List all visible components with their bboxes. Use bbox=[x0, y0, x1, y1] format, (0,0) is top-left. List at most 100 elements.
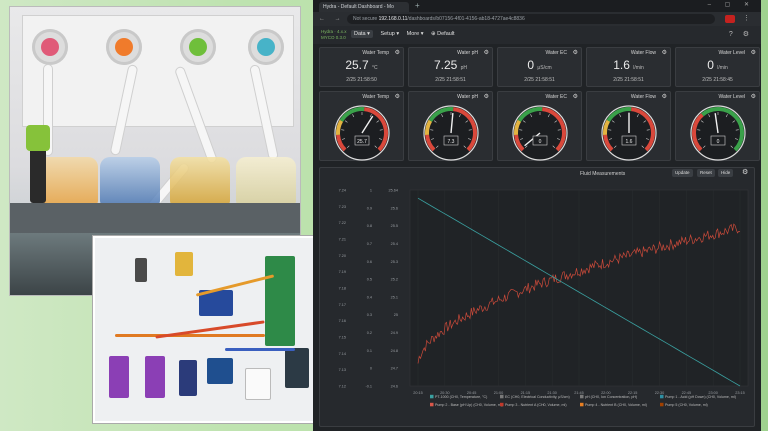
y-tick-label: -0.1 bbox=[365, 385, 372, 389]
legend-swatch bbox=[500, 394, 504, 399]
gear-icon[interactable]: ⚙ bbox=[484, 93, 489, 100]
value-card: Water Flow ⚙ 1.6 l/min 2/25 21:58:51 bbox=[586, 47, 671, 87]
sensor-board-3 bbox=[179, 360, 197, 396]
gear-icon[interactable]: ⚙ bbox=[395, 49, 400, 56]
gauge-dial: 7.3 bbox=[422, 105, 479, 161]
legend-swatch bbox=[660, 394, 664, 399]
x-tick-label: 21:45 bbox=[574, 391, 584, 395]
y-tick-label: 7.22 bbox=[339, 221, 346, 225]
card-timestamp: 2/25 21:58:51 bbox=[613, 77, 644, 83]
browser-menu-icon[interactable]: ⋮ bbox=[743, 14, 750, 22]
legend-label: EC (CH0, Electrical Conductivity, μS/cm) bbox=[505, 395, 570, 399]
legend-label: Pump 4 - Nutrient B (CH0, Volume, ml) bbox=[585, 403, 647, 407]
wire bbox=[225, 348, 295, 351]
y-tick-label: 1 bbox=[370, 189, 372, 193]
url-path: /dashboards/b07156-4f01-4156-ab18-4727ae… bbox=[407, 16, 525, 22]
sensor-board-1 bbox=[109, 356, 129, 398]
value-number: 7.25 bbox=[433, 58, 458, 72]
card-timestamp: 2/25 21:58:51 bbox=[524, 77, 555, 83]
x-tick-label: 20:15 bbox=[413, 391, 423, 395]
gauge-card: Water pH ⚙ 7.3 bbox=[408, 91, 493, 161]
card-title: Water EC bbox=[545, 50, 567, 56]
gauge-card: Water Level ⚙ 0 bbox=[675, 91, 760, 161]
gauge-readout: 7.3 bbox=[447, 139, 454, 145]
y-tick-label: 7.12 bbox=[339, 385, 346, 389]
gauge-readout: 0 bbox=[716, 139, 719, 145]
card-title: Water Temp bbox=[362, 50, 389, 56]
pump-1 bbox=[32, 29, 68, 65]
shelf bbox=[10, 203, 300, 233]
y-tick-label: 7.23 bbox=[339, 205, 346, 209]
gauge-card: Water EC ⚙ 0 bbox=[497, 91, 582, 161]
sensor-module bbox=[135, 258, 147, 282]
gear-icon[interactable]: ⚙ bbox=[751, 49, 756, 56]
photo-electronics bbox=[93, 236, 329, 423]
value-unit: μS/cm bbox=[537, 65, 552, 71]
y-tick-label: 7.15 bbox=[339, 336, 346, 340]
y-tick-label: 0.3 bbox=[367, 313, 372, 317]
header-icons[interactable]: ? ⚙ bbox=[729, 30, 753, 38]
record-icon[interactable] bbox=[725, 15, 735, 23]
legend-swatch bbox=[430, 394, 434, 399]
app-header: Hydra · 4.x.x MYCO 0.3.0 Data ▾ Setup ▾ … bbox=[313, 26, 761, 44]
line-chart: 7.24 7.23 7.22 7.21 7.20 7.19 7.18 7.17 7.16 7.15… bbox=[339, 189, 749, 407]
menu-data[interactable]: Data ▾ bbox=[351, 30, 373, 38]
flow-sensor bbox=[175, 252, 193, 276]
gear-icon[interactable]: ⚙ bbox=[751, 93, 756, 100]
address-bar[interactable]: Not secure 192.168.0.11/dashboards/b0715… bbox=[347, 14, 715, 24]
value-unit: l/min bbox=[633, 65, 644, 71]
menu-setup[interactable]: Setup ▾ bbox=[380, 31, 399, 37]
browser-tab[interactable]: Hydra - Default Dashboard - Mo bbox=[319, 2, 409, 12]
y-tick-label: 0.5 bbox=[367, 278, 372, 282]
gauge-readout: 0 bbox=[538, 139, 541, 145]
gauge-dial: 0 bbox=[511, 105, 568, 161]
gear-icon[interactable]: ⚙ bbox=[662, 93, 667, 100]
window-controls[interactable]: – ▢ ✕ bbox=[708, 1, 755, 8]
gear-icon[interactable]: ⚙ bbox=[395, 93, 400, 100]
y-tick-label: 0.7 bbox=[367, 242, 372, 246]
x-tick-label: 22:30 bbox=[655, 391, 665, 395]
bottle-yellow bbox=[170, 157, 230, 205]
y-tick-label: 7.19 bbox=[339, 270, 346, 274]
y-tick-label: 0.2 bbox=[367, 331, 372, 335]
gauge-dial: 1.6 bbox=[600, 105, 657, 161]
card-title: Water Flow bbox=[630, 50, 656, 56]
browser-tab-bar: Hydra - Default Dashboard - Mo + – ▢ ✕ bbox=[313, 0, 761, 12]
legend-label: PT-1000 (CH0, Temperature, °C) bbox=[435, 395, 487, 399]
gauge-readout: 1.6 bbox=[625, 139, 632, 145]
probe-cap bbox=[26, 125, 50, 151]
dashboard-screenshot: Hydra - Default Dashboard - Mo + – ▢ ✕ ←… bbox=[313, 0, 761, 431]
gauge-dial: 25.7 bbox=[333, 105, 390, 161]
value-unit: pH bbox=[460, 65, 468, 71]
card-title: Water Temp bbox=[362, 94, 389, 100]
url-host: 192.168.0.11 bbox=[378, 16, 408, 22]
card-value: 0 l/min bbox=[676, 58, 759, 72]
y-tick-label: 7.13 bbox=[339, 368, 346, 372]
brand[interactable]: Hydra · 4.x.x MYCO 0.3.0 bbox=[321, 29, 347, 41]
y-tick-label: 7.21 bbox=[339, 238, 346, 242]
gear-icon[interactable]: ⚙ bbox=[662, 49, 667, 56]
menu-more[interactable]: More ▾ bbox=[407, 31, 424, 37]
menu-default[interactable]: ⊕ Default bbox=[431, 31, 455, 37]
gear-icon[interactable]: ⚙ bbox=[573, 93, 578, 100]
gauge-readout: 25.7 bbox=[357, 139, 367, 145]
gear-icon[interactable]: ⚙ bbox=[484, 49, 489, 56]
new-tab-button[interactable]: + bbox=[415, 1, 420, 10]
y-tick-label: 7.16 bbox=[339, 319, 346, 323]
y-tick-label: 24.6 bbox=[391, 385, 398, 389]
gauge-dial: 0 bbox=[689, 105, 746, 161]
y-tick-label: 7.17 bbox=[339, 303, 346, 307]
x-tick-label: 21:00 bbox=[494, 391, 504, 395]
y-tick-label: 24.8 bbox=[391, 349, 398, 353]
y-tick-label: 25 bbox=[394, 313, 398, 317]
card-timestamp: 2/25 21:58:45 bbox=[702, 77, 733, 83]
card-title: Water pH bbox=[457, 50, 478, 56]
chart-card: Fluid Measurements Update Reset Hide ⚙ 7… bbox=[319, 167, 755, 427]
value-number: 0 bbox=[707, 58, 714, 72]
y-tick-label: 25.3 bbox=[391, 260, 398, 264]
gear-icon[interactable]: ⚙ bbox=[573, 49, 578, 56]
value-number: 25.7 bbox=[345, 58, 369, 72]
bottle-pale bbox=[236, 157, 296, 205]
y-tick-label: 25.6 bbox=[391, 206, 398, 210]
card-title: Water Level bbox=[718, 50, 746, 56]
